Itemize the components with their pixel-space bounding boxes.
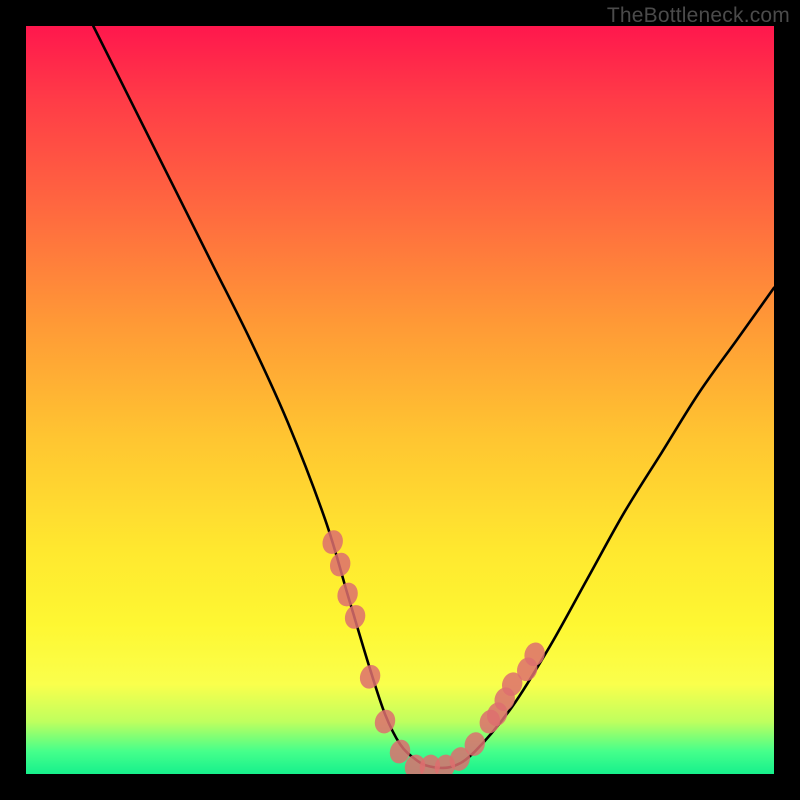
marker-dots: [319, 528, 547, 774]
bottleneck-curve: [93, 26, 774, 768]
marker-dot: [319, 528, 345, 557]
marker-dot: [342, 602, 368, 631]
chart-plot-area: [26, 26, 774, 774]
marker-dot: [334, 580, 360, 609]
chart-svg: [26, 26, 774, 774]
marker-dot: [327, 550, 353, 579]
watermark-text: TheBottleneck.com: [607, 4, 790, 28]
chart-frame: TheBottleneck.com: [0, 0, 800, 800]
marker-dot: [357, 662, 383, 691]
